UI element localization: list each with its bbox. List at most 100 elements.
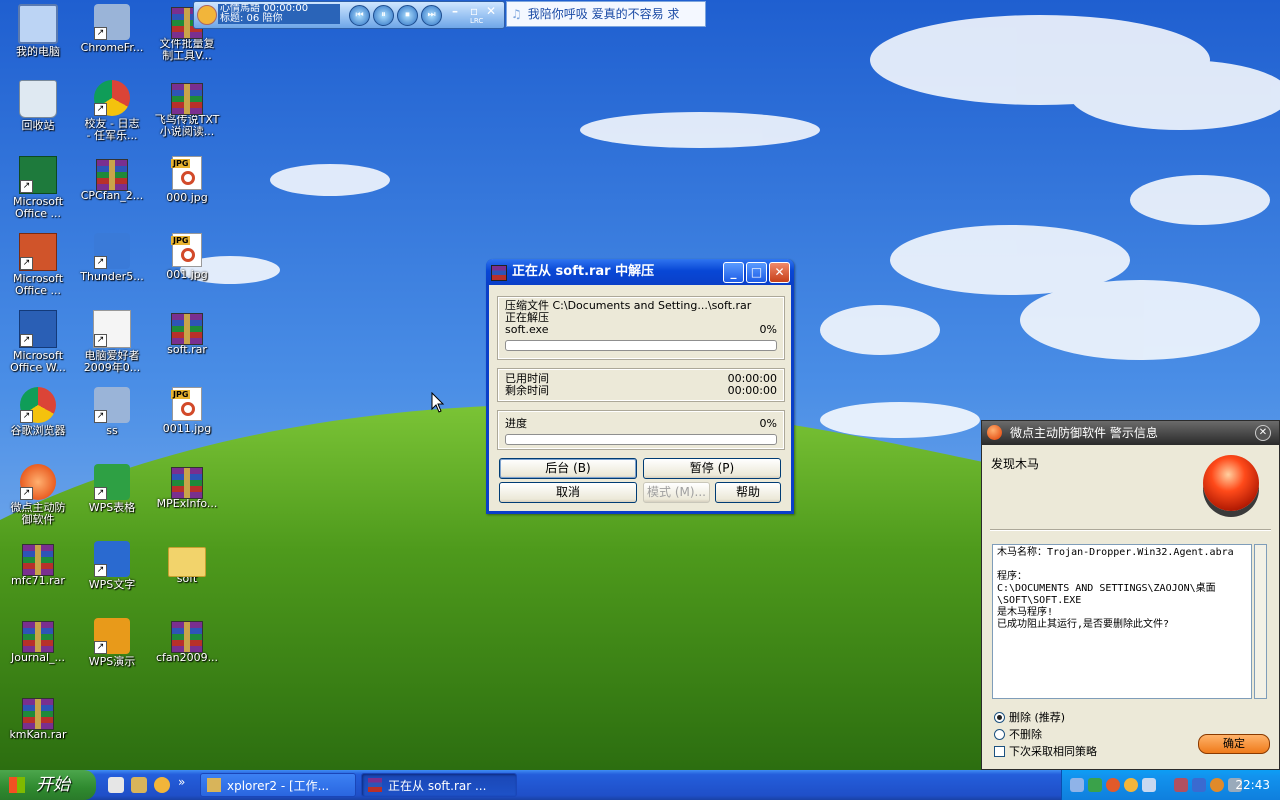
rar-icon	[96, 159, 128, 191]
thunder-icon: ↗	[94, 233, 130, 269]
tray-app-icon[interactable]	[1088, 778, 1102, 792]
desktop-icon[interactable]: soft	[149, 541, 225, 585]
option-policy[interactable]: 下次采取相同策略	[994, 743, 1097, 759]
desktop-icon[interactable]: 回收站	[0, 80, 76, 132]
desktop-icon[interactable]: JPG 001.jpg	[149, 233, 225, 281]
quicklaunch-player-icon[interactable]	[154, 777, 170, 793]
pause-icon[interactable]: ⏸	[373, 5, 394, 26]
quicklaunch-desktop-icon[interactable]	[108, 777, 124, 793]
desktop-icon[interactable]: ↗ ChromeFr...	[74, 4, 150, 54]
remaining-value: 00:00:00	[727, 384, 777, 397]
shortcut-arrow-icon: ↗	[20, 487, 33, 500]
desktop-icon[interactable]: JPG 000.jpg	[149, 156, 225, 204]
av-heading: 发现木马	[991, 457, 1040, 471]
file-group: 压缩文件 C:\Documents and Setting...\soft.ra…	[497, 296, 785, 360]
player-info-line2: 标题: 06 陪你	[220, 13, 283, 24]
desktop-icon[interactable]: ↗ WPS表格	[74, 464, 150, 514]
rar-icon	[171, 313, 203, 345]
restore-icon[interactable]: ▫	[470, 4, 478, 18]
desktop-icon[interactable]: CPCfan_2...	[74, 156, 150, 202]
desktop-icon[interactable]: kmKan.rar	[0, 695, 76, 741]
desktop-icon-label: 我的电脑	[16, 45, 60, 58]
task-winrar-label: 正在从 soft.rar ...	[388, 779, 487, 793]
rar-titlebar[interactable]: 正在从 soft.rar 中解压 _ □ ✕	[486, 259, 794, 285]
player-info: 心情馬語 00:00:00 标题: 06 陪你	[218, 4, 340, 24]
desktop-icon-label: 文件批量复 制工具V...	[159, 37, 215, 62]
desktop-icon-label: 电脑爱好者 2009年0...	[83, 349, 141, 374]
desktop-icon-label: ChromeFr...	[80, 41, 144, 54]
desktop-icon[interactable]: Journal_...	[0, 618, 76, 664]
desktop-icon[interactable]: soft.rar	[149, 310, 225, 356]
desktop-icon[interactable]: 我的电脑	[0, 4, 76, 58]
quicklaunch-more-icon[interactable]: »	[178, 775, 185, 789]
task-xplorer2[interactable]: xplorer2 - [工作...	[200, 773, 356, 797]
av-close-icon[interactable]: ✕	[1255, 425, 1271, 441]
app-icon: ↗	[94, 4, 130, 40]
minimize-icon[interactable]: –	[452, 4, 458, 18]
shortcut-arrow-icon: ↗	[94, 334, 107, 347]
pause-button[interactable]: 暂停 (P)	[643, 458, 781, 479]
remaining-row: 剩余时间 00:00:00	[499, 385, 783, 397]
next-icon[interactable]: ⏭	[421, 5, 442, 26]
av-titlebar[interactable]: 微点主动防御软件 警示信息 ✕	[982, 421, 1279, 445]
rar-icon	[22, 621, 54, 653]
media-player[interactable]: 心情馬語 00:00:00 标题: 06 陪你 ⏮ ⏸ ⏹ ⏭ – ▫ ✕ LR…	[193, 1, 505, 29]
desktop-icon[interactable]: ↗ 校友 - 日志 - 任军乐...	[74, 80, 150, 142]
rar-icon	[171, 83, 203, 115]
current-file-row: soft.exe 0%	[499, 324, 783, 336]
radio-delete[interactable]	[994, 711, 1005, 723]
desktop-icon[interactable]: JPG 0011.jpg	[149, 387, 225, 435]
security-tray-icon[interactable]	[1174, 778, 1188, 792]
player-tray-icon[interactable]	[1124, 778, 1138, 792]
background-button[interactable]: 后台 (B)	[499, 458, 637, 479]
tray-shield-icon[interactable]	[1192, 778, 1206, 792]
desktop-icon[interactable]: MPExInfo...	[149, 464, 225, 510]
desktop-icon[interactable]: ↗ Microsoft Office ...	[0, 233, 76, 297]
desktop-icon[interactable]: ↗ ss	[74, 387, 150, 437]
rar-title: 正在从 soft.rar 中解压	[512, 264, 655, 279]
desktop-icon[interactable]: ↗ Microsoft Office W...	[0, 310, 76, 374]
task-winrar[interactable]: 正在从 soft.rar ...	[361, 773, 517, 797]
av-divider	[990, 529, 1271, 531]
desktop-icon[interactable]: ↗ Microsoft Office ...	[0, 156, 76, 220]
desktop-icon-label: 校友 - 日志 - 任军乐...	[84, 117, 140, 142]
desktop-icon[interactable]: cfan2009...	[149, 618, 225, 664]
stop-icon[interactable]: ⏹	[397, 5, 418, 26]
desktop-icon-label: WPS表格	[88, 501, 136, 514]
desktop-icon-label: 回收站	[21, 119, 55, 132]
desktop-icon[interactable]: 飞鸟传说TXT 小说阅读...	[149, 80, 225, 138]
quicklaunch-explorer-icon[interactable]	[131, 777, 147, 793]
desktop-icon[interactable]: ↗ WPS文字	[74, 541, 150, 591]
minimize-button[interactable]: _	[723, 262, 744, 283]
prev-icon[interactable]: ⏮	[349, 5, 370, 26]
help-button[interactable]: 帮助	[715, 482, 781, 503]
start-button[interactable]: 开始	[0, 770, 96, 800]
desktop-icon[interactable]: ↗ WPS演示	[74, 618, 150, 668]
close-button[interactable]: ✕	[769, 262, 790, 283]
tray-update-icon[interactable]	[1210, 778, 1224, 792]
option-delete[interactable]: 删除 (推荐)	[994, 709, 1065, 725]
cancel-button[interactable]: 取消	[499, 482, 637, 503]
policy-checkbox[interactable]	[994, 745, 1005, 757]
desktop-icon[interactable]: ↗ Thunder5...	[74, 233, 150, 283]
desktop-icon[interactable]: ↗ 电脑爱好者 2009年0...	[74, 310, 150, 374]
jpg-icon: JPG	[171, 387, 202, 421]
close-icon[interactable]: ✕	[486, 4, 496, 18]
desktop-icon[interactable]: mfc71.rar	[0, 541, 76, 587]
desktop-icon[interactable]: ↗ 谷歌浏览器	[0, 387, 76, 437]
av-tray-icon[interactable]	[1106, 778, 1120, 792]
tray-misc-icon[interactable]	[1142, 778, 1156, 792]
desktop-icon[interactable]: ↗ 微点主动防 御软件	[0, 464, 76, 526]
file-percent: 0%	[759, 323, 777, 336]
option-delete-label: 删除 (推荐)	[1009, 711, 1066, 724]
ok-button[interactable]: 确定	[1198, 734, 1270, 754]
rar-icon	[22, 698, 54, 730]
shortcut-arrow-icon: ↗	[94, 564, 107, 577]
clock[interactable]: 22:43	[1235, 770, 1270, 800]
pdf-icon: ↗	[93, 310, 131, 348]
network-icon[interactable]	[1070, 778, 1084, 792]
radio-keep[interactable]	[994, 728, 1005, 740]
option-keep[interactable]: 不删除	[994, 726, 1042, 742]
av-message-scrollbar[interactable]	[1254, 544, 1267, 699]
maximize-button[interactable]: □	[746, 262, 767, 283]
